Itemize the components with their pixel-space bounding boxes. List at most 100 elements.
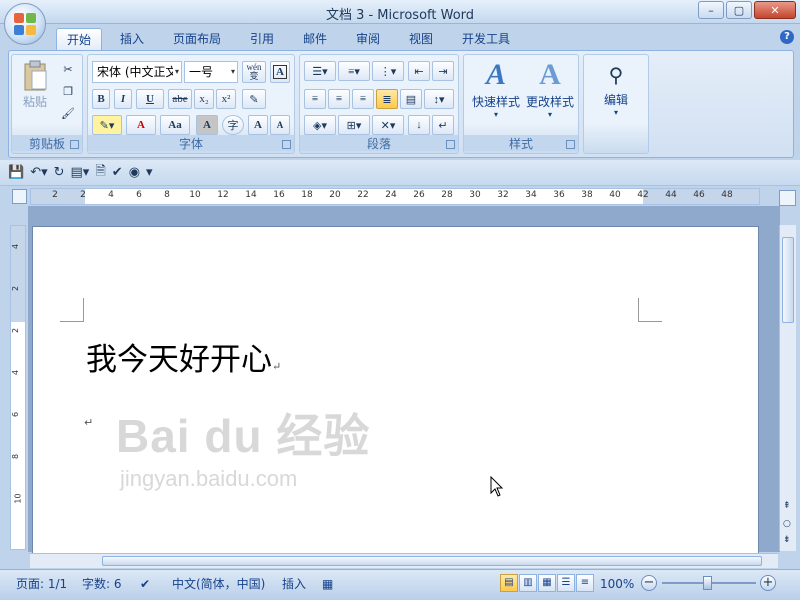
paste-button[interactable]: 粘贴 [18, 59, 52, 110]
tab-developer[interactable]: 开发工具 [452, 28, 520, 50]
clear-format-icon[interactable]: ✎ [242, 89, 266, 109]
status-bar: 页面: 1/1 字数: 6 ✔ 中文(简体，中国) 插入 ▦ ▤ ▥ ▦ ☰ ≡… [0, 569, 800, 600]
sort-icon[interactable]: ↓ [408, 115, 430, 135]
font-color-button[interactable]: A [126, 115, 156, 135]
next-page-icon[interactable]: ⇟ [783, 535, 791, 545]
line-spacing-icon[interactable]: ↕▾ [424, 89, 454, 109]
close-button[interactable]: ✕ [754, 1, 796, 19]
quick-styles-button[interactable]: A 快速样式 ▾ [468, 57, 524, 119]
phonetic-guide-button[interactable]: wén 变 [242, 61, 266, 83]
strikethrough-button[interactable]: abe [168, 89, 192, 109]
view-ruler-icon[interactable] [779, 190, 796, 206]
horizontal-scrollbar[interactable] [30, 553, 778, 568]
align-right-icon[interactable]: ≡ [352, 89, 374, 109]
save-icon[interactable]: 💾 [8, 165, 24, 180]
tab-page-layout[interactable]: 页面布局 [163, 28, 231, 50]
print-preview-icon[interactable]: 🗎 [95, 162, 105, 184]
web-layout-icon[interactable]: ▦ [538, 574, 556, 592]
show-marks-icon[interactable]: ↵ [432, 115, 454, 135]
align-left-icon[interactable]: ≡ [304, 89, 326, 109]
tab-view[interactable]: 视图 [399, 28, 443, 50]
borders-icon[interactable]: ⊞▾ [338, 115, 370, 135]
font-name-combo[interactable]: 宋体 (中文正文) ▾ [92, 61, 182, 83]
browse-object-icon[interactable]: ○ [783, 519, 791, 529]
paragraph-launcher-icon[interactable] [446, 140, 455, 149]
change-case-button[interactable]: Aa [160, 115, 190, 135]
clipboard-launcher-icon[interactable] [70, 140, 79, 149]
paragraph-mark: ↵ [272, 360, 282, 373]
horizontal-scroll-thumb[interactable] [102, 556, 762, 566]
customize-qat-icon[interactable]: ▾ [146, 165, 153, 180]
vertical-ruler-numbers: 4 2 2 4 6 8 10 [11, 226, 25, 549]
tab-home[interactable]: 开始 [56, 28, 103, 50]
word-count[interactable]: 字数: 6 [82, 574, 122, 594]
underline-button[interactable]: U [136, 89, 164, 109]
chinese-layout-icon[interactable]: ✕▾ [372, 115, 404, 135]
copy-icon[interactable]: ❐ [58, 81, 78, 101]
zoom-in-button[interactable]: + [760, 575, 776, 591]
enclose-char-button[interactable]: 字 [222, 115, 244, 135]
superscript-button[interactable]: x² [216, 89, 236, 109]
proofing-icon[interactable]: ✔ [140, 574, 150, 594]
document-text-line[interactable]: 我今天好开心↵ [86, 334, 281, 379]
decrease-indent-icon[interactable]: ⇤ [408, 61, 430, 81]
horizontal-ruler[interactable]: 2 2 4 6 8 10 12 14 16 18 20 22 24 26 28 30 32 34 36 38 40 42 4… [30, 188, 760, 205]
shrink-font-button[interactable]: A [270, 115, 290, 135]
align-center-icon[interactable]: ≡ [328, 89, 350, 109]
shading-icon[interactable]: ◈▾ [304, 115, 336, 135]
bullets-icon[interactable]: ☰▾ [304, 61, 336, 81]
chevron-down-icon: ▾ [547, 110, 552, 119]
tab-insert[interactable]: 插入 [110, 28, 154, 50]
highlight-button[interactable]: ✎▾ [92, 115, 122, 135]
page-count[interactable]: 页面: 1/1 [16, 574, 67, 594]
mouse-mode-icon[interactable]: ◉ [129, 165, 140, 180]
minimize-button[interactable]: – [698, 1, 724, 19]
distributed-icon[interactable]: ▤ [400, 89, 422, 109]
maximize-button[interactable]: ▢ [726, 1, 752, 19]
vertical-ruler[interactable]: 4 2 2 4 6 8 10 [10, 225, 26, 550]
grow-font-button[interactable]: A [248, 115, 268, 135]
redo-icon[interactable]: ↻ [54, 165, 65, 180]
macro-record-icon[interactable]: ▦ [322, 574, 333, 594]
zoom-level[interactable]: 100% [600, 574, 634, 594]
italic-button[interactable]: I [114, 89, 132, 109]
document-page[interactable] [32, 226, 759, 556]
char-shading-icon[interactable]: A [196, 115, 218, 135]
styles-launcher-icon[interactable] [566, 140, 575, 149]
tab-mailings[interactable]: 邮件 [293, 28, 337, 50]
numbering-icon[interactable]: ≡▾ [338, 61, 370, 81]
draft-view-icon[interactable]: ≡ [576, 574, 594, 592]
cut-icon[interactable]: ✂ [58, 59, 78, 79]
tab-references[interactable]: 引用 [240, 28, 284, 50]
spelling-icon[interactable]: ✔ [112, 165, 123, 180]
font-launcher-icon[interactable] [282, 140, 291, 149]
outline-view-icon[interactable]: ☰ [557, 574, 575, 592]
multilevel-list-icon[interactable]: ⋮▾ [372, 61, 404, 81]
print-layout-view-icon[interactable]: ▤ [500, 574, 518, 592]
increase-indent-icon[interactable]: ⇥ [432, 61, 454, 81]
undo-icon[interactable]: ↶▾ [30, 165, 47, 180]
subscript-button[interactable]: x₂ [194, 89, 214, 109]
full-screen-reading-icon[interactable]: ▥ [519, 574, 537, 592]
prev-page-icon[interactable]: ⇞ [783, 501, 791, 511]
font-size-combo[interactable]: 一号 ▾ [184, 61, 238, 83]
new-doc-icon[interactable]: ▤▾ [71, 165, 90, 180]
document-text[interactable]: 我今天好开心 [86, 342, 272, 378]
change-styles-button[interactable]: A 更改样式 ▾ [522, 57, 578, 119]
office-button[interactable] [4, 3, 46, 45]
help-icon[interactable]: ? [780, 30, 794, 44]
vertical-scrollbar[interactable]: ⇞ ○ ⇟ [779, 225, 796, 551]
tab-review[interactable]: 审阅 [346, 28, 390, 50]
ruler-number: 32 [497, 190, 509, 200]
vertical-scroll-thumb[interactable] [782, 237, 794, 323]
insert-mode[interactable]: 插入 [282, 574, 306, 594]
format-painter-icon[interactable]: 🖌 [58, 103, 78, 123]
tab-selector-button[interactable] [12, 189, 27, 204]
justify-icon[interactable]: ≣ [376, 89, 398, 109]
language-indicator[interactable]: 中文(简体，中国) [172, 574, 265, 594]
char-border-button[interactable]: A [270, 61, 290, 83]
bold-button[interactable]: B [92, 89, 110, 109]
editing-button[interactable]: ⚲ 编辑 ▾ [592, 59, 640, 117]
zoom-slider-thumb[interactable] [703, 576, 712, 590]
zoom-out-button[interactable]: − [641, 575, 657, 591]
